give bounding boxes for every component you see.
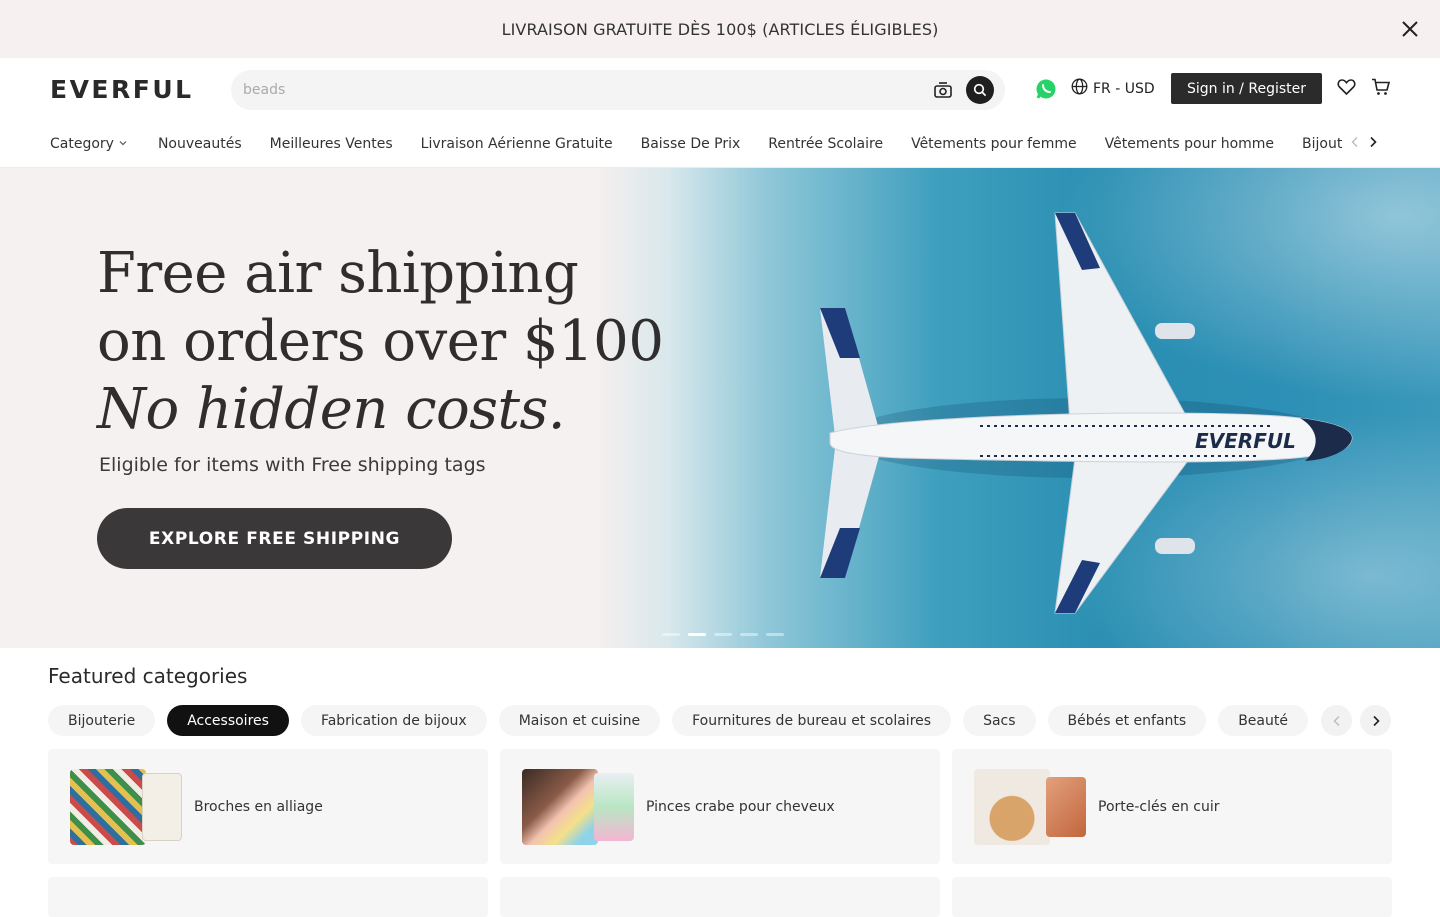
nav-item[interactable]: Vêtements pour femme bbox=[911, 136, 1077, 152]
nav-item[interactable]: Baisse De Prix bbox=[641, 136, 741, 152]
category-card[interactable]: Porte-clés en cuir bbox=[952, 749, 1392, 864]
close-icon[interactable] bbox=[1398, 17, 1422, 41]
carousel-dot-active[interactable] bbox=[688, 633, 706, 636]
nav-item[interactable]: Vêtements pour homme bbox=[1105, 136, 1274, 152]
chip-fournitures[interactable]: Fournitures de bureau et scolaires bbox=[672, 705, 952, 736]
chevron-left-icon[interactable] bbox=[1321, 705, 1352, 736]
header: EVERFUL FR - USD Sign in / Register bbox=[0, 58, 1440, 120]
chip-sacs[interactable]: Sacs bbox=[963, 705, 1036, 736]
card-label: Broches en alliage bbox=[194, 798, 323, 815]
chevron-down-icon bbox=[118, 136, 128, 152]
nav-item[interactable]: Rentrée Scolaire bbox=[768, 136, 883, 152]
language-selector[interactable]: FR - USD bbox=[1071, 78, 1155, 99]
explore-free-shipping-button[interactable]: EXPLORE FREE SHIPPING bbox=[97, 508, 452, 569]
chip-accessoires[interactable]: Accessoires bbox=[167, 705, 289, 736]
cart-icon[interactable] bbox=[1371, 78, 1391, 100]
search-bar bbox=[231, 70, 1005, 110]
hero-line-1: Free air shipping bbox=[97, 241, 579, 306]
heart-icon[interactable] bbox=[1337, 78, 1356, 100]
chip-fabrication[interactable]: Fabrication de bijoux bbox=[300, 705, 487, 736]
plane-logo-text: EVERFUL bbox=[1195, 429, 1296, 453]
category-label: Category bbox=[50, 135, 114, 152]
category-card[interactable] bbox=[500, 877, 940, 917]
search-input[interactable] bbox=[231, 70, 911, 110]
card-label: Pinces crabe pour cheveux bbox=[646, 798, 835, 815]
hero-line-2: on orders over $100 bbox=[97, 309, 664, 374]
category-card[interactable]: Pinces crabe pour cheveux bbox=[500, 749, 940, 864]
carousel-dot[interactable] bbox=[766, 633, 784, 636]
airplane-image: EVERFUL bbox=[820, 212, 1353, 614]
featured-title: Featured categories bbox=[48, 664, 248, 688]
nav-item[interactable]: Meilleures Ventes bbox=[270, 136, 393, 152]
carousel-dot[interactable] bbox=[740, 633, 758, 636]
logo[interactable]: EVERFUL bbox=[50, 75, 230, 104]
chip-maison[interactable]: Maison et cuisine bbox=[498, 705, 661, 736]
nav-item[interactable]: Bijout bbox=[1302, 136, 1342, 152]
search-button[interactable] bbox=[966, 76, 994, 104]
chip-bebes[interactable]: Bébés et enfants bbox=[1047, 705, 1207, 736]
language-label: FR - USD bbox=[1093, 80, 1155, 97]
camera-icon[interactable] bbox=[931, 78, 955, 102]
announcement-text: LIVRAISON GRATUITE DÈS 100$ (ARTICLES ÉL… bbox=[501, 19, 939, 39]
nav-scroll-arrows bbox=[1344, 120, 1384, 167]
carousel-dot[interactable] bbox=[714, 633, 732, 636]
hero-line-3: No hidden costs. bbox=[97, 377, 566, 442]
main-nav: Category Nouveautés Meilleures Ventes Li… bbox=[0, 120, 1440, 168]
signin-button[interactable]: Sign in / Register bbox=[1171, 73, 1322, 104]
hero-banner[interactable]: EVERFUL Free air shipping on orders over… bbox=[0, 168, 1440, 648]
chevron-right-icon[interactable] bbox=[1368, 136, 1378, 152]
category-card[interactable]: Broches en alliage bbox=[48, 749, 488, 864]
nav-item[interactable]: Nouveautés bbox=[158, 136, 242, 152]
category-card[interactable] bbox=[952, 877, 1392, 917]
category-card[interactable] bbox=[48, 877, 488, 917]
card-thumbnail bbox=[70, 768, 182, 845]
chip-beaute[interactable]: Beauté bbox=[1218, 705, 1308, 736]
chip-bijouterie[interactable]: Bijouterie bbox=[48, 705, 156, 736]
nav-item[interactable]: Livraison Aérienne Gratuite bbox=[421, 136, 613, 152]
carousel-dot[interactable] bbox=[662, 633, 680, 636]
chevron-right-icon[interactable] bbox=[1360, 705, 1391, 736]
category-chips: Bijouterie Accessoires Fabrication de bi… bbox=[48, 705, 1308, 736]
hero-subtitle: Eligible for items with Free shipping ta… bbox=[99, 454, 486, 476]
hero-heading: Free air shipping on orders over $100 No… bbox=[97, 240, 664, 444]
category-cards-row-2 bbox=[48, 877, 1392, 917]
card-label: Porte-clés en cuir bbox=[1098, 798, 1220, 815]
globe-icon bbox=[1071, 78, 1088, 99]
chevron-left-icon[interactable] bbox=[1350, 136, 1360, 152]
announcement-bar: LIVRAISON GRATUITE DÈS 100$ (ARTICLES ÉL… bbox=[0, 0, 1440, 58]
card-thumbnail bbox=[522, 768, 634, 845]
whatsapp-icon[interactable] bbox=[1035, 78, 1057, 100]
card-thumbnail bbox=[974, 768, 1086, 845]
carousel-dots bbox=[662, 633, 784, 636]
category-cards: Broches en alliage Pinces crabe pour che… bbox=[48, 749, 1392, 864]
category-dropdown[interactable]: Category bbox=[50, 136, 128, 152]
